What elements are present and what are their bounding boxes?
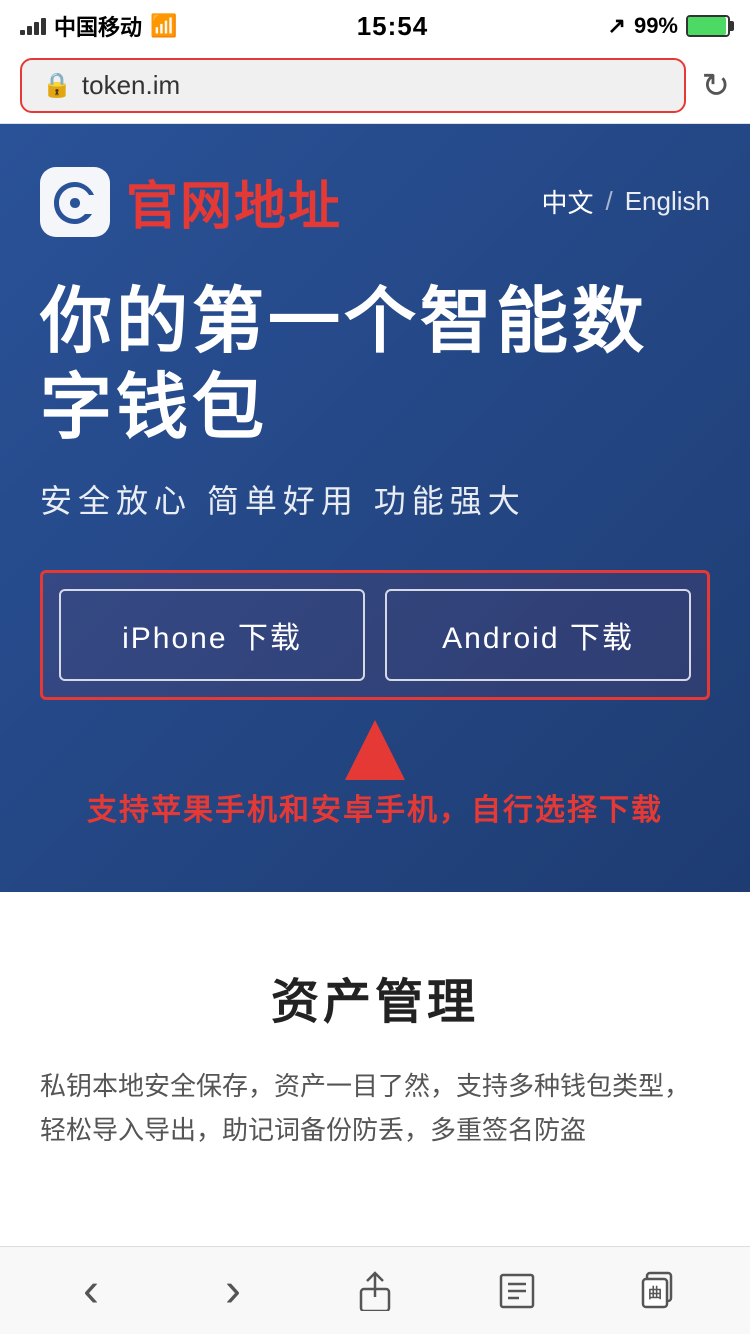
hero-subtitle: 安全放心 简单好用 功能强大 bbox=[40, 476, 710, 522]
battery-percent: 99% bbox=[634, 13, 678, 39]
status-right: ↗ 99% bbox=[608, 13, 730, 39]
svg-text:曲: 曲 bbox=[648, 1285, 662, 1301]
wifi-icon: 📶 bbox=[150, 13, 177, 39]
bottom-nav: ‹ › 曲 bbox=[0, 1246, 750, 1334]
share-button[interactable] bbox=[335, 1261, 415, 1321]
annotation-text: 支持苹果手机和安卓手机，自行选择下载 bbox=[40, 790, 710, 832]
bookmarks-button[interactable] bbox=[477, 1261, 557, 1321]
back-button[interactable]: ‹ bbox=[51, 1261, 131, 1321]
url-arrow-section bbox=[0, 892, 750, 902]
status-bar: 中国移动 📶 15:54 ↗ 99% bbox=[0, 0, 750, 48]
carrier-name: 中国移动 bbox=[54, 10, 142, 42]
lock-icon: 🔒 bbox=[42, 71, 72, 100]
arrow-up-icon bbox=[345, 720, 405, 780]
hero-section: 官网地址 中文 / English 你的第一个智能数字钱包 安全放心 简单好用 … bbox=[0, 124, 750, 892]
brand-logo bbox=[40, 167, 110, 237]
tabs-button[interactable]: 曲 bbox=[619, 1261, 699, 1321]
section-title: 资产管理 bbox=[40, 962, 710, 1032]
brand-area: 官网地址 bbox=[40, 164, 342, 239]
bookmarks-icon bbox=[499, 1271, 535, 1311]
download-annotation: 支持苹果手机和安卓手机，自行选择下载 bbox=[40, 700, 710, 842]
signal-icon bbox=[20, 17, 46, 35]
hero-title: 你的第一个智能数字钱包 bbox=[40, 279, 710, 452]
lang-chinese[interactable]: 中文 bbox=[541, 183, 593, 220]
share-icon bbox=[357, 1271, 393, 1311]
battery-icon bbox=[686, 15, 730, 37]
lang-divider: / bbox=[605, 186, 612, 217]
brand-name: 官网地址 bbox=[126, 164, 342, 239]
location-icon: ↗ bbox=[608, 13, 626, 39]
browser-bar: 🔒 token.im ↻ bbox=[0, 48, 750, 124]
download-box-highlight: iPhone 下载 Android 下载 bbox=[40, 570, 710, 700]
status-left: 中国移动 📶 bbox=[20, 10, 177, 42]
url-bar[interactable]: 🔒 token.im bbox=[20, 58, 686, 113]
forward-button[interactable]: › bbox=[193, 1261, 273, 1321]
section-description: 私钥本地安全保存，资产一目了然，支持多种钱包类型，轻松导入导出，助记词备份防丢，… bbox=[40, 1064, 710, 1152]
download-area: iPhone 下载 Android 下载 bbox=[40, 570, 710, 700]
url-text[interactable]: token.im bbox=[82, 70, 180, 101]
status-time: 15:54 bbox=[357, 11, 429, 42]
android-download-button[interactable]: Android 下载 bbox=[385, 589, 691, 681]
lang-english[interactable]: English bbox=[625, 186, 710, 217]
lang-switcher: 中文 / English bbox=[541, 183, 710, 220]
refresh-icon[interactable]: ↻ bbox=[702, 66, 731, 106]
battery-fill bbox=[688, 17, 726, 35]
hero-header: 官网地址 中文 / English bbox=[40, 164, 710, 239]
iphone-download-button[interactable]: iPhone 下载 bbox=[59, 589, 365, 681]
tabs-icon: 曲 bbox=[641, 1271, 677, 1311]
content-section: 资产管理 私钥本地安全保存，资产一目了然，支持多种钱包类型，轻松导入导出，助记词… bbox=[0, 902, 750, 1192]
